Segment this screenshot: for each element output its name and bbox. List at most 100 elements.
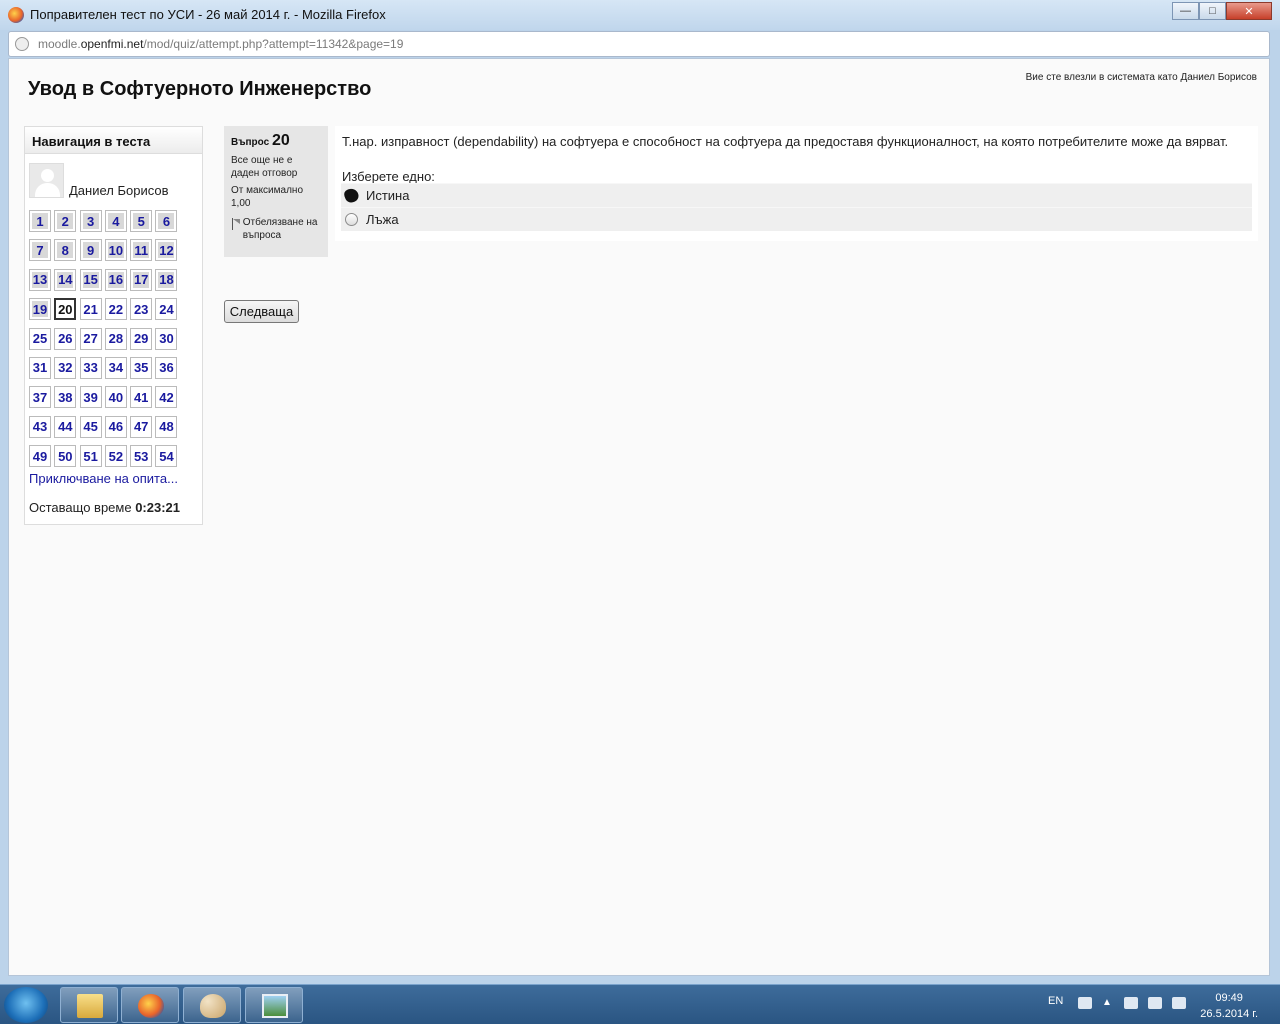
firefox-icon [138,994,164,1018]
network-icon[interactable] [1148,997,1162,1009]
maximize-button[interactable]: □ [1199,2,1226,20]
volume-icon[interactable] [1172,997,1186,1009]
question-nav-button[interactable]: 41 [130,386,153,409]
question-nav-button[interactable]: 4 [104,210,127,232]
question-nav-button[interactable]: 46 [104,415,127,438]
firefox-icon [8,7,24,23]
question-nav-button[interactable]: 36 [155,356,178,379]
question-nav-button[interactable]: 7 [29,239,51,262]
question-nav-button[interactable]: 21 [79,298,102,321]
question-nav-button[interactable]: 5 [130,210,153,232]
question-nav-button[interactable]: 40 [104,386,127,409]
answer-option-false[interactable]: Лъжа [341,207,1252,231]
question-nav-button[interactable]: 47 [130,415,153,438]
start-button[interactable] [4,987,48,1023]
question-nav-button[interactable]: 3 [79,210,102,232]
radio-false[interactable] [345,213,358,226]
question-nav-button[interactable]: 30 [155,327,178,350]
question-number-value: 20 [271,132,290,149]
time-left-value: 0:23:21 [135,500,181,515]
taskbar-photo-viewer[interactable] [245,987,303,1023]
time-left-label: Оставащо време [29,500,132,515]
question-nav-button[interactable]: 26 [54,327,77,350]
quiz-navigation: Навигация в теста Даниел Борисов 1234567… [24,126,203,525]
site-identity-icon[interactable] [15,37,29,51]
minimize-button[interactable]: — [1172,2,1199,20]
radio-true[interactable] [342,186,361,205]
question-nav-button[interactable]: 38 [54,386,77,409]
question-nav-button[interactable]: 43 [29,415,51,438]
window-controls: — □ ✕ [1172,2,1272,20]
flag-question-toggle[interactable]: Отбелязване на въпроса [231,216,321,242]
question-nav-button[interactable]: 9 [79,239,102,262]
window-title: Поправителен тест по УСИ - 26 май 2014 г… [30,7,386,22]
taskbar-paint[interactable] [183,987,241,1023]
question-grade: От максимално 1,00 [231,184,321,210]
finish-attempt-link[interactable]: Приключване на опита... [29,471,178,486]
answer-label-true[interactable]: Истина [366,188,409,203]
question-nav-button[interactable]: 20 [54,298,77,321]
answer-option-true[interactable]: Истина [341,183,1252,207]
flag-label: Отбелязване на въпроса [242,217,318,241]
taskbar: EN ▲ 09:49 26.5.2014 г. [0,984,1280,1024]
url-path: /mod/quiz/attempt.php?attempt=11342&page… [143,37,404,51]
answer-options: Истина Лъжа [341,183,1252,231]
question-nav-button[interactable]: 29 [130,327,153,350]
question-nav-button[interactable]: 16 [104,268,127,291]
question-nav-button[interactable]: 6 [155,210,178,232]
question-nav-button[interactable]: 18 [155,268,178,291]
avatar[interactable] [29,163,64,198]
question-nav-button[interactable]: 23 [130,298,153,321]
url-text[interactable]: moodle.openfmi.net/mod/quiz/attempt.php?… [38,37,403,51]
address-bar[interactable]: moodle.openfmi.net/mod/quiz/attempt.php?… [8,31,1270,57]
taskbar-explorer[interactable] [60,987,118,1023]
question-nav-button[interactable]: 53 [130,445,153,468]
question-nav-button[interactable]: 34 [104,356,127,379]
close-button[interactable]: ✕ [1226,2,1272,20]
question-nav-button[interactable]: 19 [29,298,51,321]
question-nav-button[interactable]: 51 [79,445,102,468]
question-nav-button[interactable]: 27 [79,327,102,350]
question-nav-button[interactable]: 15 [79,268,102,291]
question-nav-button[interactable]: 24 [155,298,178,321]
question-nav-button[interactable]: 28 [104,327,127,350]
nav-user: Даниел Борисов [29,163,169,198]
question-nav-button[interactable]: 31 [29,356,51,379]
question-nav-button[interactable]: 17 [130,268,153,291]
question-nav-button[interactable]: 11 [130,239,153,262]
taskbar-firefox[interactable] [121,987,179,1023]
answer-label-false[interactable]: Лъжа [366,212,399,227]
question-nav-button[interactable]: 54 [155,445,178,468]
question-nav-button[interactable]: 2 [54,210,77,232]
question-nav-button[interactable]: 22 [104,298,127,321]
question-nav-button[interactable]: 52 [104,445,127,468]
next-button[interactable]: Следваща [224,300,299,323]
login-info: Вие сте влезли в системата като Даниел Б… [1025,72,1257,83]
question-text: Т.нар. изправност (dependability) на соф… [342,134,1229,149]
question-nav-button[interactable]: 10 [104,239,127,262]
question-nav-button[interactable]: 14 [54,268,77,291]
question-nav-button[interactable]: 13 [29,268,51,291]
question-nav-button[interactable]: 32 [54,356,77,379]
flag-icon [231,218,240,230]
question-nav-button[interactable]: 49 [29,445,51,468]
question-nav-button[interactable]: 35 [130,356,153,379]
question-nav-button[interactable]: 8 [54,239,77,262]
action-center-icon[interactable] [1124,997,1138,1009]
question-nav-button[interactable]: 39 [79,386,102,409]
question-nav-button[interactable]: 1 [29,210,51,232]
question-nav-button[interactable]: 33 [79,356,102,379]
question-nav-button[interactable]: 48 [155,415,178,438]
question-nav-button[interactable]: 44 [54,415,77,438]
url-domain: openfmi.net [80,37,144,51]
question-nav-button[interactable]: 12 [155,239,178,262]
question-nav-button[interactable]: 25 [29,327,51,350]
clock[interactable]: 09:49 26.5.2014 г. [1200,990,1258,1022]
question-nav-button[interactable]: 50 [54,445,77,468]
question-nav-button[interactable]: 45 [79,415,102,438]
language-indicator[interactable]: EN [1048,995,1063,1007]
question-nav-button[interactable]: 42 [155,386,178,409]
show-hidden-icons[interactable]: ▲ [1102,997,1112,1008]
keyboard-icon[interactable] [1078,997,1092,1009]
question-nav-button[interactable]: 37 [29,386,51,409]
